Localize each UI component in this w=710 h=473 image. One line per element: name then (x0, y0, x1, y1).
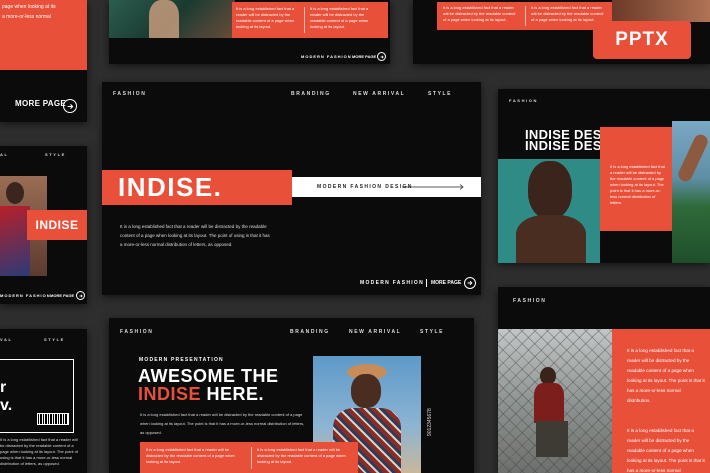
red-text-panel: It is a long established fact that a rea… (437, 2, 612, 30)
photo-portrait-teal (498, 159, 600, 263)
brand-label: INDISE (35, 218, 79, 232)
body-text-1: It is a long established fact that a rea… (627, 348, 705, 403)
footer-divider (426, 279, 427, 287)
headline-accent: INDISE (138, 384, 202, 404)
arrow-icon[interactable] (63, 99, 77, 113)
band-label: MODERN FASHION DESIGN (317, 184, 413, 190)
title-fragment-1: r (0, 379, 7, 396)
slide-top-left[interactable]: page when looking at its a more-or-less … (0, 0, 87, 122)
nav-item-branding[interactable]: BRANDING (291, 91, 331, 97)
photo-model-stairs (498, 329, 612, 473)
nav-item-style[interactable]: STYLE (420, 329, 444, 335)
nav-item-style: STYLE (44, 337, 65, 342)
divider (304, 7, 305, 33)
body-text-1: It is a long established fact that a rea… (443, 5, 516, 22)
body-text-2: It is a long established fact that a rea… (257, 447, 346, 464)
more-page-link[interactable]: MORE PAGE (15, 99, 66, 108)
title-fragment-2: v. (0, 397, 13, 414)
divider (525, 6, 526, 26)
red-panel: page when looking at its a more-or-less … (0, 0, 87, 70)
more-page-link[interactable]: MORE PAGE (352, 54, 376, 59)
nav-item-new-arrival[interactable]: NEW ARRIVAL (353, 91, 405, 97)
long-arrow-icon (402, 184, 464, 190)
more-page-link[interactable]: MORE PAGE (431, 280, 461, 286)
body-text-2: It is a long established fact that a rea… (627, 428, 705, 473)
red-text-panel: It is a long established fact that a rea… (600, 127, 672, 231)
photo-model (612, 0, 710, 22)
nav-section: FASHION (509, 98, 538, 103)
arrow-icon[interactable] (76, 291, 85, 300)
subtitle-band: MODERN FASHION DESIGN (292, 177, 481, 197)
headline-line-2: INDISE HERE. (138, 384, 264, 405)
slide-right-middle[interactable]: FASHION INDISE DESIGN. INDISE DESIGN. It… (498, 89, 710, 263)
slide-left-middle[interactable]: AL STYLE INDISE MODERN FASHION MORE PAGE (0, 146, 87, 304)
footer-label: MODERN FASHION (360, 280, 425, 286)
red-text-panel: It is a long established fact that a rea… (140, 442, 358, 473)
label-block: INDISE (27, 210, 87, 240)
red-text-panel: It is a long established fact that a rea… (612, 329, 710, 473)
footer-label: MODERN FASHION (0, 293, 51, 298)
nav-item-style[interactable]: STYLE (428, 91, 452, 97)
main-body-text: It is a long established fact that a rea… (120, 224, 270, 247)
photo-tennis-court (109, 0, 235, 38)
barcode-text: 9012345678 (427, 408, 433, 436)
nav-section: FASHION (113, 91, 147, 97)
slide-main[interactable]: FASHION BRANDING NEW ARRIVAL STYLE INDIS… (102, 82, 481, 295)
main-title: INDISE. (118, 172, 223, 202)
nav-item-branding[interactable]: BRANDING (290, 329, 330, 335)
barcode (37, 413, 69, 425)
slide-top-middle[interactable]: It is a long established fact that a rea… (109, 0, 390, 64)
divider (251, 447, 252, 469)
nav-item-new-arrival[interactable]: NEW ARRIVAL (349, 329, 401, 335)
body-text: It is a long established fact that a rea… (140, 412, 305, 435)
body-text: page when looking at its a more-or-less … (2, 4, 56, 20)
kicker: MODERN PRESENTATION (139, 357, 224, 363)
red-text-panel: It is a long established fact that a rea… (232, 2, 388, 38)
slide-bottom-center[interactable]: FASHION BRANDING NEW ARRIVAL STYLE MODER… (109, 318, 474, 473)
nav-item-new-arrival: VAL (0, 337, 13, 342)
more-page-link[interactable]: MORE PAGE (50, 293, 74, 298)
body-text: It is a long established fact that a rea… (0, 437, 78, 466)
pptx-badge: PPTX (593, 21, 691, 59)
slide-left-bottom[interactable]: VAL STYLE r v. It is a long established … (0, 329, 87, 473)
arrow-icon[interactable] (464, 277, 476, 289)
body-text: It is a long established fact that a rea… (610, 164, 665, 205)
nav-section: FASHION (120, 329, 154, 335)
title-banner: INDISE. (102, 170, 292, 205)
body-text-1: It is a long established fact that a rea… (146, 447, 235, 464)
body-text-1: It is a long established fact that a rea… (236, 6, 295, 29)
nav-item-style: STYLE (45, 152, 66, 157)
nav-item-new-arrival: AL (0, 152, 9, 157)
nav-section: FASHION (513, 298, 547, 304)
arrow-icon[interactable] (377, 52, 386, 61)
headline-rest: HERE. (201, 384, 265, 404)
slide-right-bottom[interactable]: FASHION It is a long established fact th… (498, 287, 710, 473)
photo-hand-green (672, 121, 710, 263)
body-text-2: It is a long established fact that a rea… (310, 6, 369, 29)
pptx-label: PPTX (615, 29, 669, 50)
footer-label: MODERN FASHION (301, 54, 352, 59)
